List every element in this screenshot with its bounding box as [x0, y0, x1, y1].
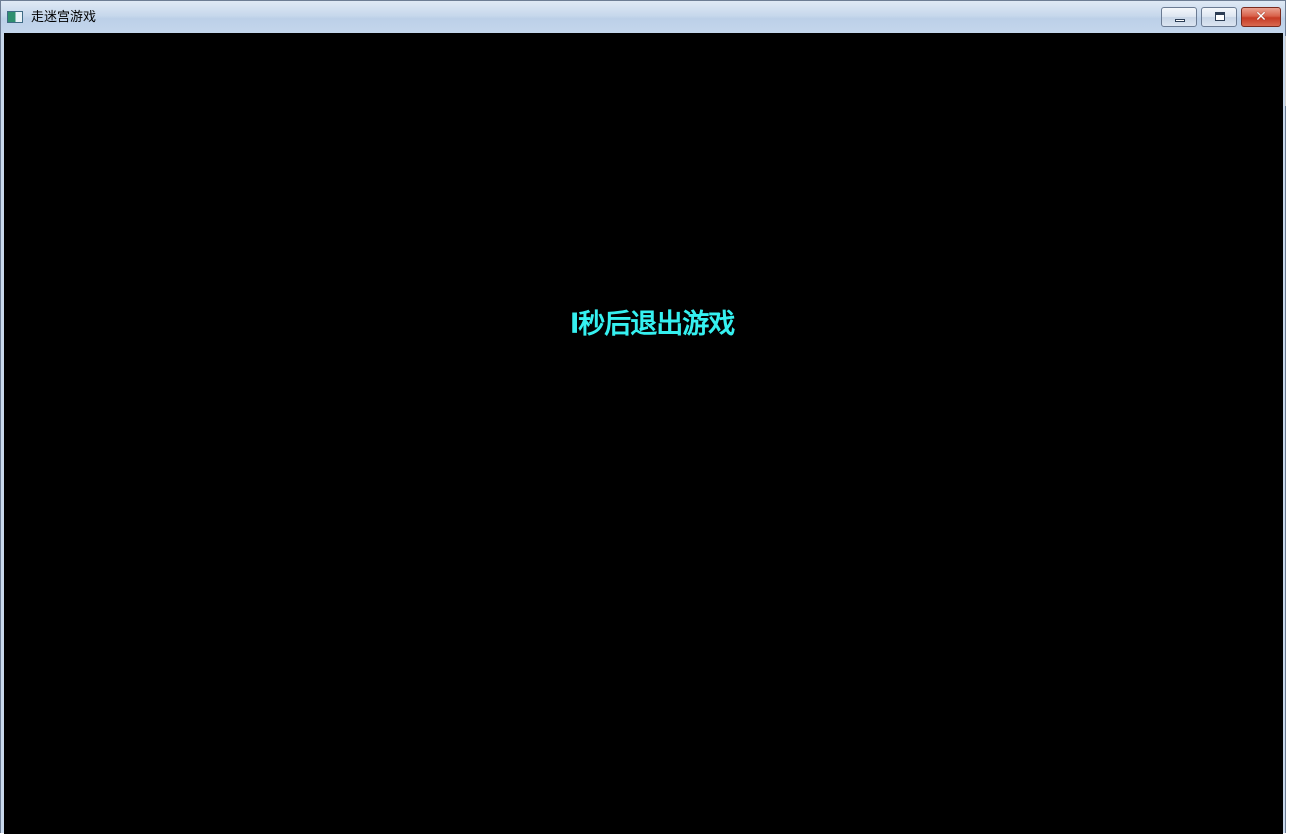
maximize-icon: [1215, 12, 1225, 21]
game-window: 走迷宫游戏 ✕ l秒后退出游戏: [0, 0, 1286, 834]
minimize-icon: [1175, 19, 1185, 22]
title-bar[interactable]: 走迷宫游戏 ✕: [1, 1, 1285, 33]
game-canvas[interactable]: l秒后退出游戏: [4, 33, 1283, 834]
app-window-icon[interactable]: [7, 11, 23, 23]
exit-countdown-message: l秒后退出游戏: [570, 309, 735, 340]
close-icon: ✕: [1255, 9, 1267, 25]
background-window-edge: [1285, 36, 1291, 106]
window-title: 走迷宫游戏: [31, 10, 97, 25]
maximize-button[interactable]: [1201, 7, 1237, 27]
minimize-button[interactable]: [1161, 7, 1197, 27]
caption-buttons: ✕: [1157, 7, 1281, 29]
close-button[interactable]: ✕: [1241, 7, 1281, 27]
